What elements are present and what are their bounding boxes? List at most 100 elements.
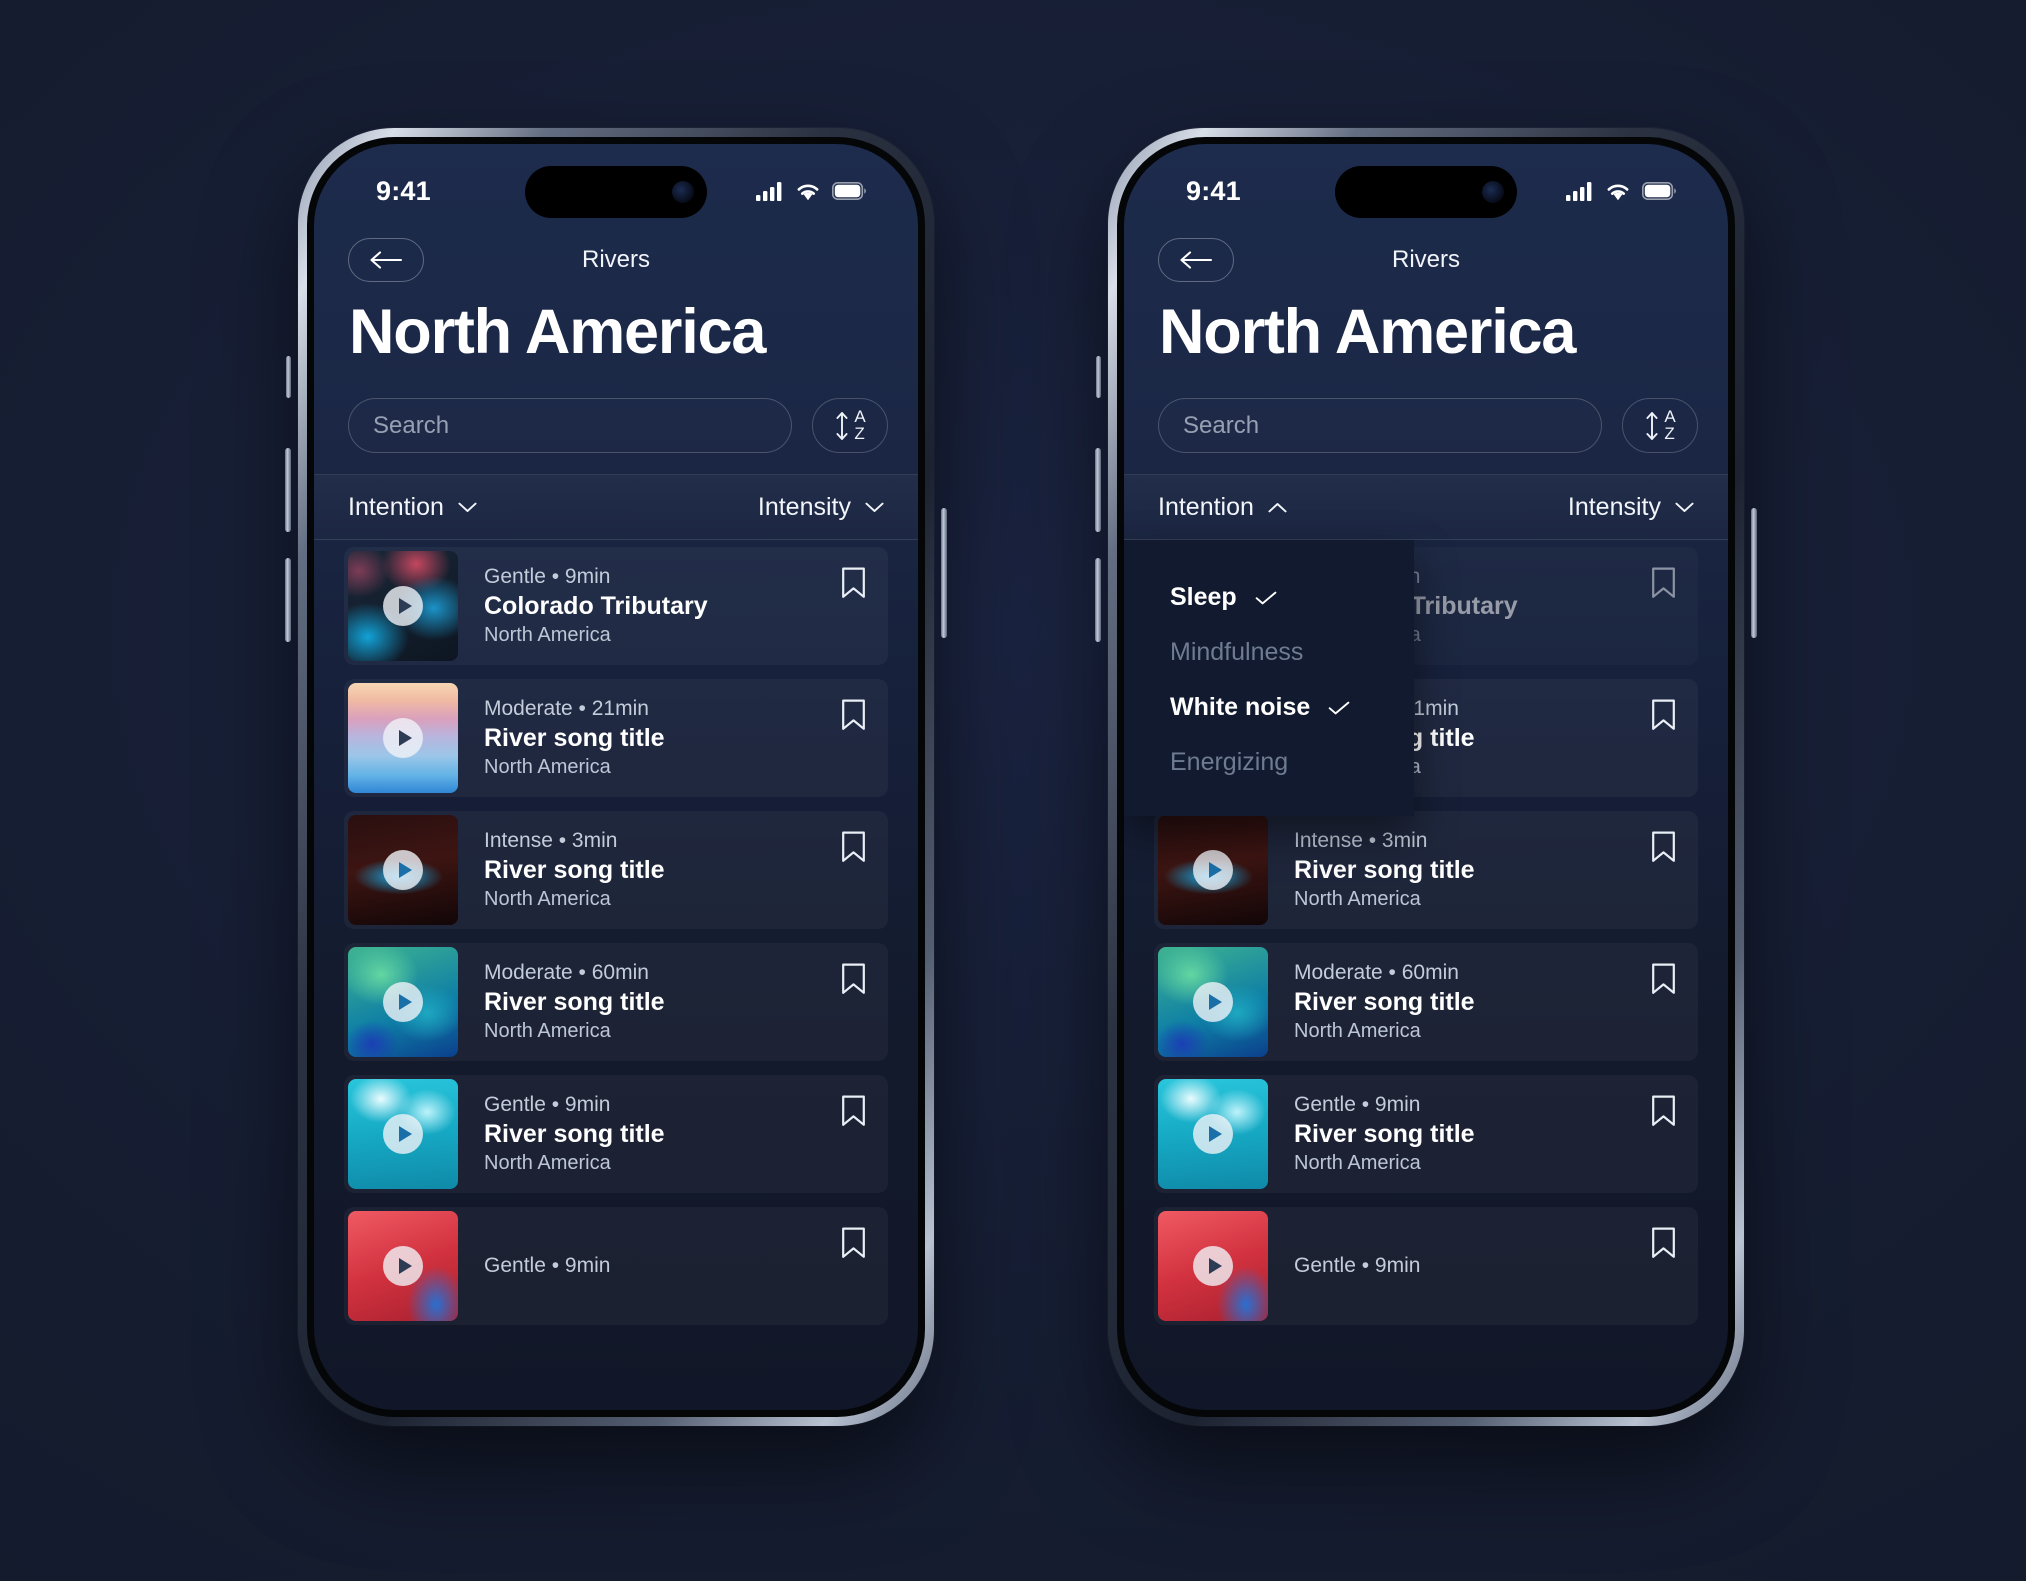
track-subtitle: Gentle • 9min (484, 1254, 611, 1277)
track-meta: Intense • 3min River song title North Am… (484, 829, 665, 911)
track-thumbnail (348, 683, 458, 793)
menu-item-white-noise[interactable]: White noise (1124, 680, 1414, 735)
track-thumbnail (348, 815, 458, 925)
track-thumbnail (348, 1079, 458, 1189)
track-list-item[interactable]: Gentle • 9min Colorado Tributary North A… (344, 547, 888, 665)
track-region: North America (484, 756, 611, 778)
track-subtitle: Moderate • 60min (484, 961, 649, 984)
volume-down-button[interactable] (1095, 558, 1101, 642)
track-title: River song title (484, 856, 665, 884)
play-icon[interactable] (383, 586, 423, 626)
bookmark-icon[interactable] (841, 699, 866, 736)
track-meta: Moderate • 60min River song title North … (1294, 961, 1475, 1043)
back-button[interactable] (348, 238, 424, 282)
track-list[interactable]: Gentle • 9min Colorado Tributary North A… (314, 541, 918, 1410)
filter-bar: Intention Intensity (1124, 474, 1728, 540)
track-subtitle: Gentle • 9min (484, 1093, 611, 1116)
sort-az-labels: A Z (854, 408, 865, 443)
chevron-down-icon (865, 502, 884, 512)
bookmark-icon[interactable] (841, 1227, 866, 1264)
bookmark-icon[interactable] (1651, 831, 1676, 868)
check-icon (1328, 701, 1350, 714)
track-list-item[interactable]: Intense • 3min River song title North Am… (344, 811, 888, 929)
track-list-item[interactable]: Gentle • 9min River song title North Ame… (344, 1075, 888, 1193)
filter-intention-label: Intention (348, 492, 444, 521)
play-icon[interactable] (383, 850, 423, 890)
track-subtitle: Moderate • 60min (1294, 961, 1459, 984)
search-row: Search A Z (348, 398, 888, 453)
power-button[interactable] (941, 508, 947, 638)
track-list-item[interactable]: Moderate • 60min River song title North … (344, 943, 888, 1061)
bookmark-icon[interactable] (1651, 567, 1676, 604)
bookmark-icon[interactable] (1651, 699, 1676, 736)
track-list-item[interactable]: Intense • 3min River song title North Am… (1154, 811, 1698, 929)
status-time: 9:41 (376, 175, 431, 206)
bookmark-icon[interactable] (1651, 1227, 1676, 1264)
intention-dropdown-menu[interactable]: Sleep Mindfulness White noise Energizing (1124, 540, 1414, 816)
filter-bar: Intention Intensity (314, 474, 918, 540)
track-list-item[interactable]: Moderate • 21min River song title North … (344, 679, 888, 797)
sort-button[interactable]: A Z (812, 398, 888, 453)
track-thumbnail (1158, 947, 1268, 1057)
play-icon[interactable] (1193, 1114, 1233, 1154)
arrow-left-icon (1180, 251, 1213, 269)
track-list-item[interactable]: Gentle • 9min River song title North Ame… (1154, 1075, 1698, 1193)
menu-item-sleep[interactable]: Sleep (1124, 570, 1414, 625)
volume-down-button[interactable] (285, 558, 291, 642)
filter-intention[interactable]: Intention (1158, 493, 1287, 522)
play-icon[interactable] (1193, 982, 1233, 1022)
track-list-item[interactable]: Gentle • 9min (1154, 1207, 1698, 1325)
sort-label-z: Z (1664, 423, 1675, 443)
track-thumbnail (348, 947, 458, 1057)
filter-intention-label: Intention (1158, 492, 1254, 521)
track-subtitle: Intense • 3min (484, 829, 618, 852)
wifi-icon (1607, 184, 1629, 200)
page-title: North America (1159, 297, 1576, 367)
bookmark-icon[interactable] (841, 567, 866, 604)
search-input[interactable]: Search (1158, 398, 1602, 453)
back-button[interactable] (1158, 238, 1234, 282)
phone-bezel: 9:41 Rivers North America Search A Z Int… (1117, 137, 1735, 1417)
mute-switch[interactable] (286, 356, 291, 398)
chevron-down-icon (1675, 502, 1694, 512)
play-icon[interactable] (383, 718, 423, 758)
power-button[interactable] (1751, 508, 1757, 638)
bookmark-icon[interactable] (841, 1095, 866, 1132)
track-thumbnail (1158, 815, 1268, 925)
bookmark-icon[interactable] (841, 963, 866, 1000)
filter-intensity[interactable]: Intensity (1568, 493, 1694, 522)
filter-intensity[interactable]: Intensity (758, 493, 884, 522)
front-camera-icon (1482, 181, 1504, 203)
search-placeholder: Search (373, 411, 450, 439)
track-list-item[interactable]: Gentle • 9min (344, 1207, 888, 1325)
sort-button[interactable]: A Z (1622, 398, 1698, 453)
phone-mockup-default: 9:41 Rivers North America Search A Z Int… (285, 128, 947, 1426)
mute-switch[interactable] (1096, 356, 1101, 398)
filter-intention[interactable]: Intention (348, 493, 477, 522)
track-title: River song title (1294, 1120, 1475, 1148)
track-thumbnail (1158, 1079, 1268, 1189)
bookmark-icon[interactable] (841, 831, 866, 868)
menu-item-mindfulness[interactable]: Mindfulness (1124, 625, 1414, 680)
track-region: North America (484, 1152, 611, 1174)
volume-up-button[interactable] (285, 448, 291, 532)
track-list-item[interactable]: Moderate • 60min River song title North … (1154, 943, 1698, 1061)
track-subtitle: Gentle • 9min (484, 565, 611, 588)
sort-label-z: Z (854, 423, 865, 443)
bookmark-icon[interactable] (1651, 963, 1676, 1000)
volume-up-button[interactable] (1095, 448, 1101, 532)
menu-item-energizing[interactable]: Energizing (1124, 735, 1414, 790)
search-input[interactable]: Search (348, 398, 792, 453)
play-icon[interactable] (383, 1114, 423, 1154)
play-icon[interactable] (1193, 850, 1233, 890)
track-meta: Gentle • 9min (1294, 1254, 1420, 1278)
play-icon[interactable] (1193, 1246, 1233, 1286)
filter-intensity-label: Intensity (757, 492, 851, 521)
bookmark-icon[interactable] (1651, 1095, 1676, 1132)
cellular-signal-icon (756, 181, 782, 201)
cellular-signal-icon (1566, 181, 1592, 201)
track-title: River song title (1294, 988, 1475, 1016)
play-icon[interactable] (383, 982, 423, 1022)
play-icon[interactable] (383, 1246, 423, 1286)
track-meta: Moderate • 60min River song title North … (484, 961, 665, 1043)
